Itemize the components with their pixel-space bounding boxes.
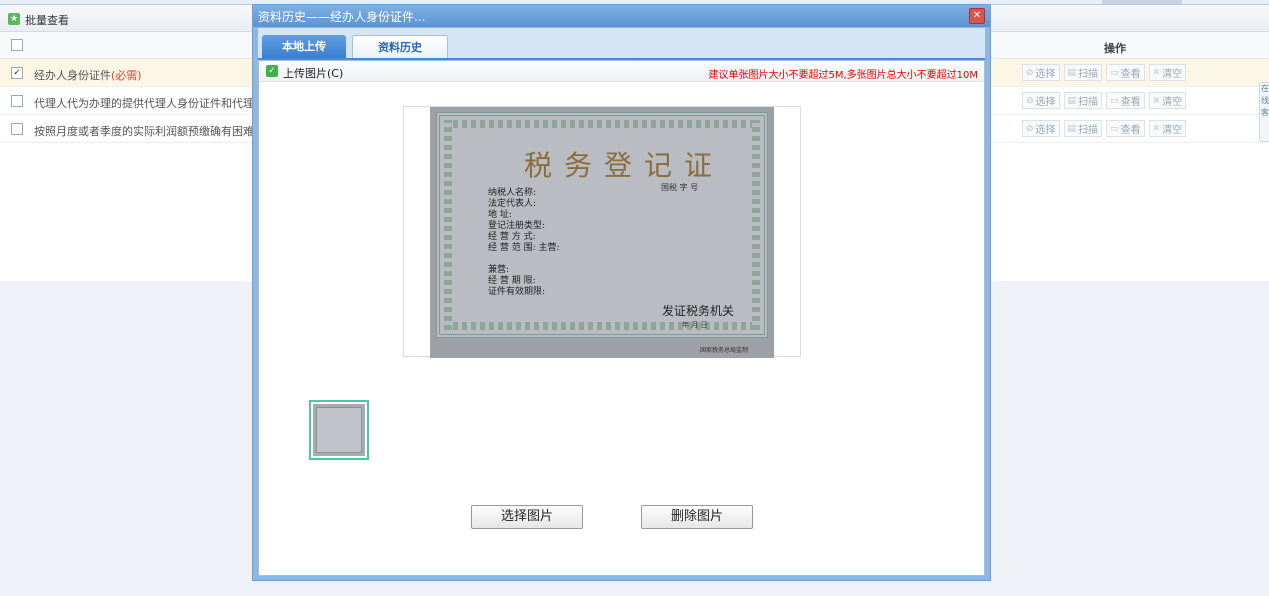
- dialog-title-bar[interactable]: 资料历史——经办人身份证件... ✕: [253, 5, 990, 27]
- checkmark-icon: ✓: [266, 65, 278, 77]
- scan-button[interactable]: ▤ 扫描: [1063, 120, 1103, 137]
- row-checkbox[interactable]: [11, 95, 23, 107]
- magnifier-icon: ▭: [1110, 95, 1119, 106]
- row-document-name: 经办人身份证件(必需): [34, 69, 142, 82]
- paperclip-icon: ⊘: [1026, 67, 1034, 78]
- tab-local-upload[interactable]: 本地上传: [262, 35, 346, 58]
- scan-button[interactable]: ▤ 扫描: [1063, 64, 1103, 81]
- certificate-field: 地 址:: [488, 210, 512, 220]
- certificate-field: 法定代表人:: [488, 199, 537, 209]
- certificate-image: 税务登记证 国税 字 号 纳税人名称: 法定代表人: 地 址: 登记注册类型: …: [436, 112, 768, 338]
- certificate-fields: 纳税人名称: 法定代表人: 地 址: 登记注册类型: 经 营 方 式: 经 营 …: [488, 188, 560, 298]
- operation-column-header: 操作: [1104, 42, 1126, 55]
- close-icon[interactable]: ✕: [969, 8, 985, 24]
- close-icon: ✕: [1152, 67, 1161, 78]
- select-button[interactable]: ⊘ 选择: [1022, 92, 1060, 109]
- certificate-issuer: 发证税务机关: [662, 304, 735, 318]
- close-icon: ✕: [1152, 123, 1161, 134]
- certificate-date: 年 月 日: [682, 321, 708, 329]
- scanner-icon: ▤: [1067, 123, 1077, 134]
- clear-button[interactable]: ✕ 清空: [1148, 92, 1187, 109]
- select-all-checkbox[interactable]: [11, 39, 23, 51]
- select-button[interactable]: ⊘ 选择: [1022, 64, 1060, 81]
- upload-image-label[interactable]: 上传图片(C): [283, 65, 343, 81]
- certificate-photo: 税务登记证 国税 字 号 纳税人名称: 法定代表人: 地 址: 登记注册类型: …: [430, 107, 774, 358]
- certificate-print-footer: 国家税务总局监制: [700, 347, 749, 354]
- row-actions: ⊘ 选择 ▤ 扫描 ▭ 查看 ✕ 清空: [1022, 64, 1187, 81]
- clear-button[interactable]: ✕ 清空: [1148, 64, 1187, 81]
- certificate-field: 登记注册类型:: [488, 221, 546, 231]
- size-hint: 建议单张图片大小不要超过5M,多张图片总大小不要超过10M: [708, 70, 978, 81]
- paperclip-icon: ⊘: [1026, 123, 1034, 134]
- row-checkbox[interactable]: [11, 123, 23, 135]
- certificate-number-line: 国税 字 号: [661, 183, 699, 192]
- certificate-title: 税务登记证: [524, 149, 725, 182]
- upload-bar: ✓ 上传图片(C) 建议单张图片大小不要超过5M,多张图片总大小不要超过10M: [259, 61, 984, 82]
- dialog-tabs: 本地上传 资料历史: [258, 28, 985, 60]
- magnifier-icon: ▭: [1110, 123, 1119, 134]
- row-actions: ⊘ 选择 ▤ 扫描 ▭ 查看 ✕ 清空: [1022, 92, 1187, 109]
- select-image-button[interactable]: 选择图片: [471, 505, 583, 529]
- batch-view-icon: ★: [8, 13, 20, 25]
- certificate-field: 经 营 期 限:: [488, 276, 536, 286]
- scanner-icon: ▤: [1067, 67, 1077, 78]
- delete-image-button[interactable]: 删除图片: [641, 505, 753, 529]
- view-button[interactable]: ▭ 查看: [1106, 64, 1145, 81]
- row-actions: ⊘ 选择 ▤ 扫描 ▭ 查看 ✕ 清空: [1022, 120, 1187, 137]
- tab-document-history[interactable]: 资料历史: [352, 35, 448, 58]
- certificate-field: 经 营 范 围: 主营:: [488, 243, 560, 253]
- certificate-field: [488, 254, 560, 265]
- history-dialog: 资料历史——经办人身份证件... ✕ 本地上传 资料历史 ✓ 上传图片(C) 建…: [252, 4, 991, 581]
- required-tag: (必需): [111, 69, 142, 82]
- dialog-title: 资料历史——经办人身份证件...: [258, 10, 426, 24]
- certificate-field: 兼营:: [488, 265, 510, 275]
- dialog-body: 本地上传 资料历史 ✓ 上传图片(C) 建议单张图片大小不要超过5M,多张图片总…: [258, 28, 985, 576]
- paperclip-icon: ⊘: [1026, 95, 1034, 106]
- row-document-name: 按照月度或者季度的实际利润额预缴确有困难的: [34, 125, 265, 138]
- row-checkbox[interactable]: ✓: [11, 67, 23, 79]
- clear-button[interactable]: ✕ 清空: [1148, 120, 1187, 137]
- view-button[interactable]: ▭ 查看: [1106, 92, 1145, 109]
- magnifier-icon: ▭: [1110, 67, 1119, 78]
- upload-panel: ✓ 上传图片(C) 建议单张图片大小不要超过5M,多张图片总大小不要超过10M …: [258, 60, 985, 576]
- close-icon: ✕: [1152, 95, 1161, 106]
- certificate-field: 经 营 方 式:: [488, 232, 536, 242]
- select-button[interactable]: ⊘ 选择: [1022, 120, 1060, 137]
- view-button[interactable]: ▭ 查看: [1106, 120, 1145, 137]
- scanner-icon: ▤: [1067, 95, 1077, 106]
- certificate-field: 证件有效期限:: [488, 287, 546, 297]
- image-thumbnail[interactable]: [309, 400, 369, 460]
- scan-button[interactable]: ▤ 扫描: [1063, 92, 1103, 109]
- batch-view-link[interactable]: 批量查看: [25, 12, 69, 28]
- row-document-name: 代理人代为办理的提供代理人身份证件和代理委: [34, 97, 265, 110]
- certificate-field: 纳税人名称:: [488, 188, 537, 198]
- online-service-handle[interactable]: 在线客: [1259, 82, 1269, 142]
- image-preview: 税务登记证 国税 字 号 纳税人名称: 法定代表人: 地 址: 登记注册类型: …: [403, 106, 801, 358]
